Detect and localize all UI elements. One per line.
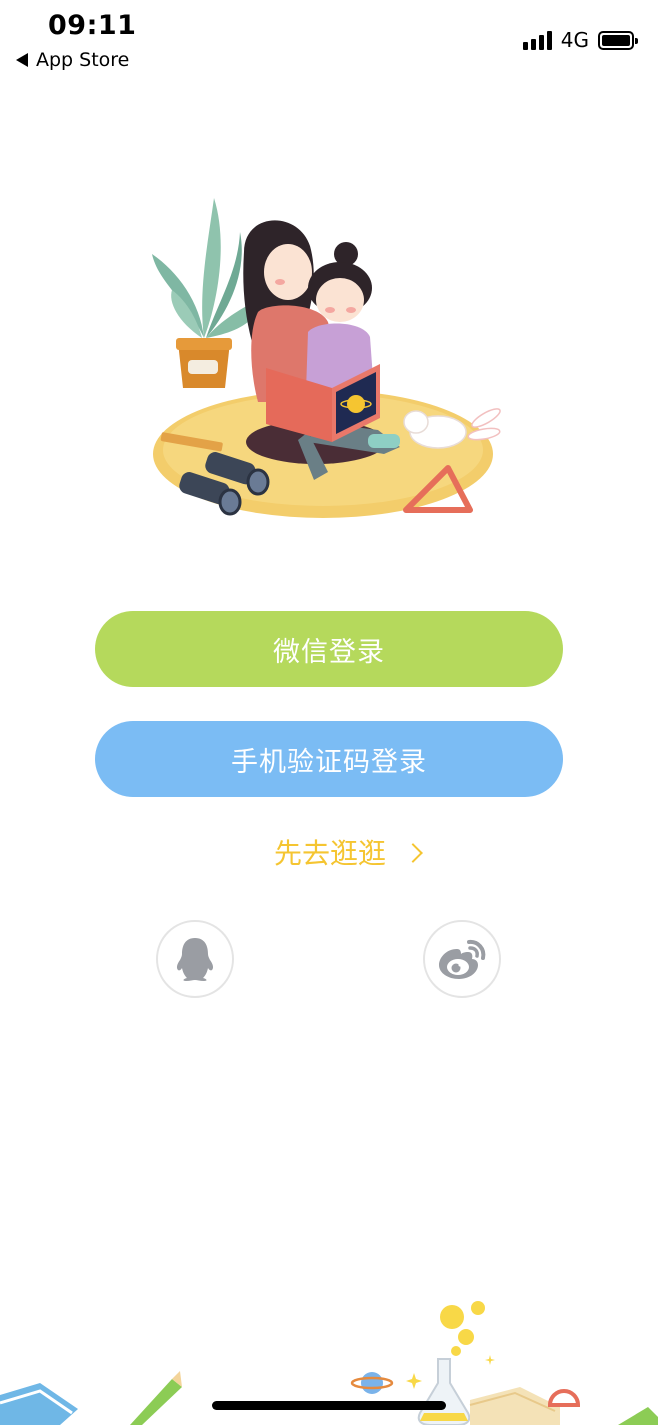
status-indicators: 4G	[522, 28, 638, 52]
battery-icon	[598, 30, 638, 50]
browse-first-link[interactable]: 先去逛逛	[274, 832, 423, 872]
network-type: 4G	[560, 28, 589, 52]
back-label: App Store	[36, 49, 130, 71]
status-time: 09:11	[48, 10, 137, 41]
back-to-app-store-link[interactable]: App Store	[16, 49, 129, 71]
reading-illustration	[152, 198, 501, 518]
weibo-login-button[interactable]	[423, 920, 501, 998]
qq-login-button[interactable]	[156, 920, 234, 998]
weibo-icon	[439, 939, 486, 979]
qq-penguin-icon	[176, 938, 214, 981]
phone-code-login-button[interactable]: 手机验证码登录	[95, 721, 563, 797]
home-indicator[interactable]	[212, 1401, 446, 1410]
browse-label: 先去逛逛	[274, 837, 387, 870]
wechat-login-button[interactable]: 微信登录	[95, 611, 563, 687]
back-arrow-icon	[16, 53, 28, 67]
chevron-right-icon	[403, 843, 423, 863]
cellular-signal-icon	[522, 30, 552, 50]
